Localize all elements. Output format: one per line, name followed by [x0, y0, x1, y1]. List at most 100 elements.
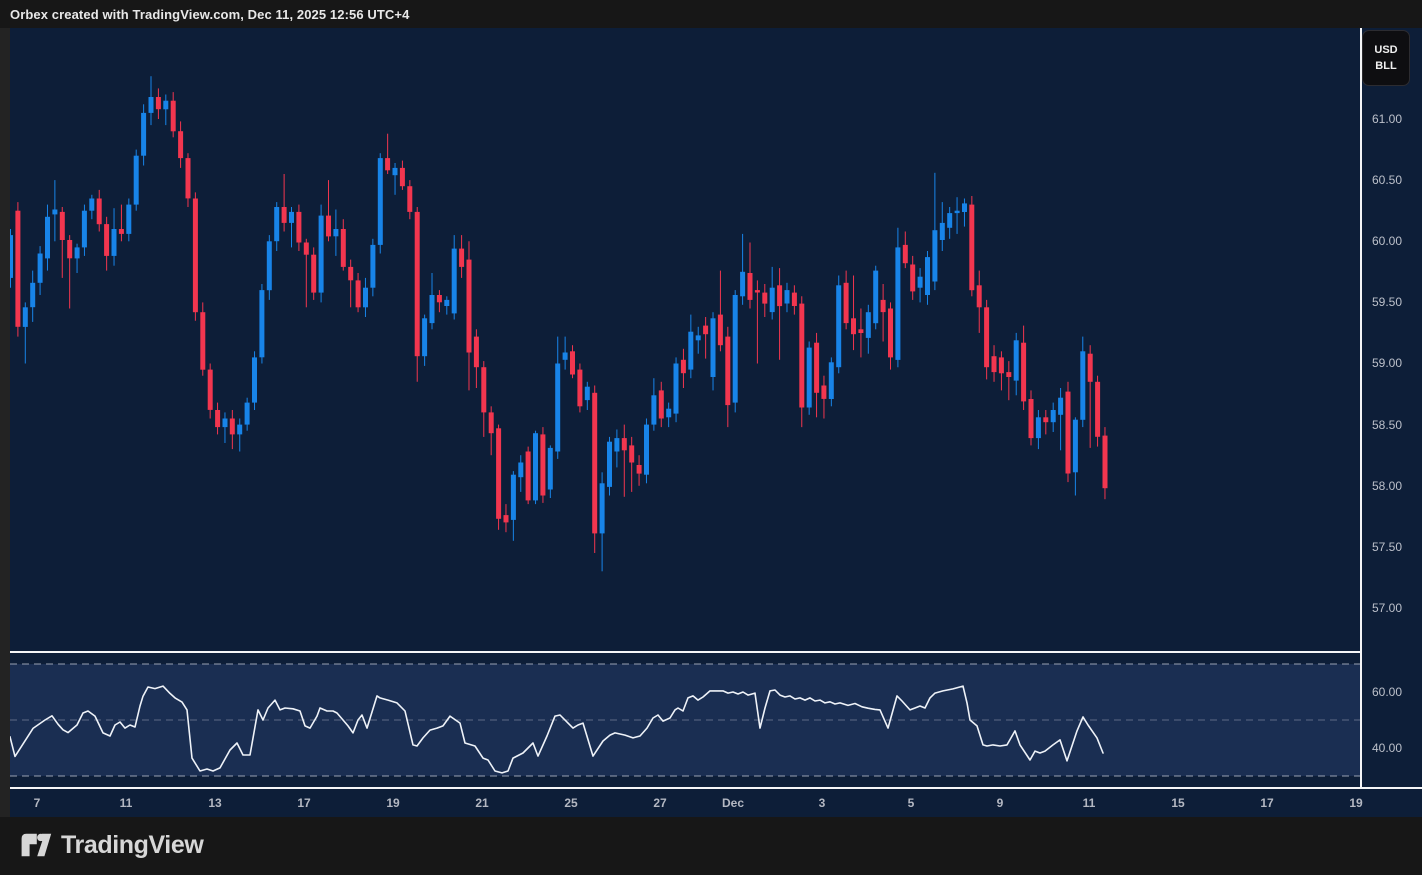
candle-body	[703, 326, 708, 335]
time-axis[interactable]: 711131719212527Dec35911151719	[10, 789, 1422, 817]
time-axis-label: 17	[1260, 796, 1273, 810]
candle-body	[570, 351, 575, 374]
candle-body	[119, 229, 124, 234]
candle-body	[23, 307, 28, 327]
candle-body	[637, 465, 642, 474]
candle-body	[984, 307, 989, 367]
candle-body	[844, 283, 849, 323]
candle-body	[681, 360, 686, 373]
candle-body	[799, 304, 804, 408]
candle-body	[341, 229, 346, 267]
candle-body	[755, 290, 760, 292]
candle-body	[651, 395, 656, 424]
time-axis-label: 9	[997, 796, 1004, 810]
candle-body	[467, 260, 472, 353]
candle-body	[267, 241, 272, 290]
candle-body	[895, 247, 900, 360]
candle-body	[67, 240, 72, 258]
candle-body	[459, 249, 464, 267]
candle-body	[858, 329, 863, 333]
price-axis[interactable]: 61.0060.5060.0059.5059.0058.5058.0057.50…	[1362, 28, 1422, 787]
candle-body	[821, 386, 826, 399]
candle-body	[370, 245, 375, 288]
candle-body	[600, 483, 605, 533]
candle-body	[777, 285, 782, 306]
candle-body	[518, 463, 523, 478]
candle-body	[326, 216, 331, 237]
price-axis-label: 59.00	[1372, 355, 1402, 371]
candle-body	[622, 438, 627, 450]
candle-body	[60, 212, 65, 240]
candle-body	[1095, 382, 1100, 437]
candle-body	[644, 425, 649, 475]
candle-body	[112, 229, 117, 256]
candle-body	[955, 211, 960, 213]
candle-body	[437, 295, 442, 302]
time-axis-label: 19	[1349, 796, 1362, 810]
candle-body	[193, 199, 198, 313]
candle-body	[1058, 398, 1063, 415]
candlestick-plot	[10, 28, 1360, 651]
candle-body	[200, 312, 205, 370]
candle-body	[688, 332, 693, 370]
candle-body	[711, 318, 716, 377]
candle-body	[585, 387, 590, 400]
price-axis-border	[1360, 28, 1362, 789]
candle-body	[97, 199, 102, 225]
candle-body	[592, 393, 597, 534]
candle-body	[1080, 351, 1085, 420]
tradingview-logo-icon	[20, 830, 52, 860]
candle-body	[1006, 372, 1011, 377]
candle-body	[607, 442, 612, 487]
candle-body	[725, 337, 730, 406]
candle-body	[230, 419, 235, 435]
symbol-badge-quote: BLL	[1375, 61, 1396, 72]
candle-body	[444, 300, 449, 306]
candle-body	[614, 438, 619, 451]
candle-body	[289, 212, 294, 223]
candle-body	[348, 267, 353, 280]
chart-window: Orbex created with TradingView.com, Dec …	[0, 0, 1422, 875]
price-axis-label: 57.00	[1372, 600, 1402, 616]
time-axis-label: 3	[819, 796, 826, 810]
candle-body	[282, 207, 287, 223]
candle-body	[526, 452, 531, 501]
price-pane[interactable]	[10, 28, 1360, 651]
candle-body	[30, 283, 35, 307]
candle-body	[748, 273, 753, 300]
candle-body	[563, 353, 568, 360]
candle-body	[577, 370, 582, 407]
price-axis-label: 61.00	[1372, 111, 1402, 127]
candle-body	[274, 207, 279, 241]
candle-body	[163, 101, 168, 110]
candle-body	[15, 211, 20, 327]
candle-body	[474, 337, 479, 368]
time-axis-label: Dec	[722, 796, 744, 810]
candle-body	[1073, 420, 1078, 473]
candle-body	[659, 390, 664, 418]
time-axis-label: 13	[208, 796, 221, 810]
candle-body	[1029, 399, 1034, 438]
candle-body	[807, 348, 812, 408]
tradingview-logo-text: TradingView	[61, 831, 203, 860]
price-axis-label: 57.50	[1372, 539, 1402, 555]
candle-body	[740, 272, 745, 297]
candle-body	[149, 97, 154, 113]
candle-body	[319, 216, 324, 293]
candle-body	[969, 205, 974, 291]
candle-body	[252, 357, 257, 402]
candle-body	[481, 367, 486, 412]
symbol-badge-base: USD	[1374, 45, 1397, 56]
candle-body	[237, 425, 242, 435]
oscillator-pane[interactable]	[10, 653, 1360, 787]
candle-body	[452, 249, 457, 314]
candle-body	[918, 277, 923, 288]
candle-body	[1066, 392, 1071, 474]
tradingview-logo[interactable]: TradingView	[20, 830, 203, 860]
candle-body	[126, 205, 131, 234]
time-axis-label: 21	[475, 796, 488, 810]
candle-body	[415, 212, 420, 356]
price-axis-label: 58.50	[1372, 417, 1402, 433]
candle-body	[378, 158, 383, 245]
price-axis-label: 58.00	[1372, 478, 1402, 494]
